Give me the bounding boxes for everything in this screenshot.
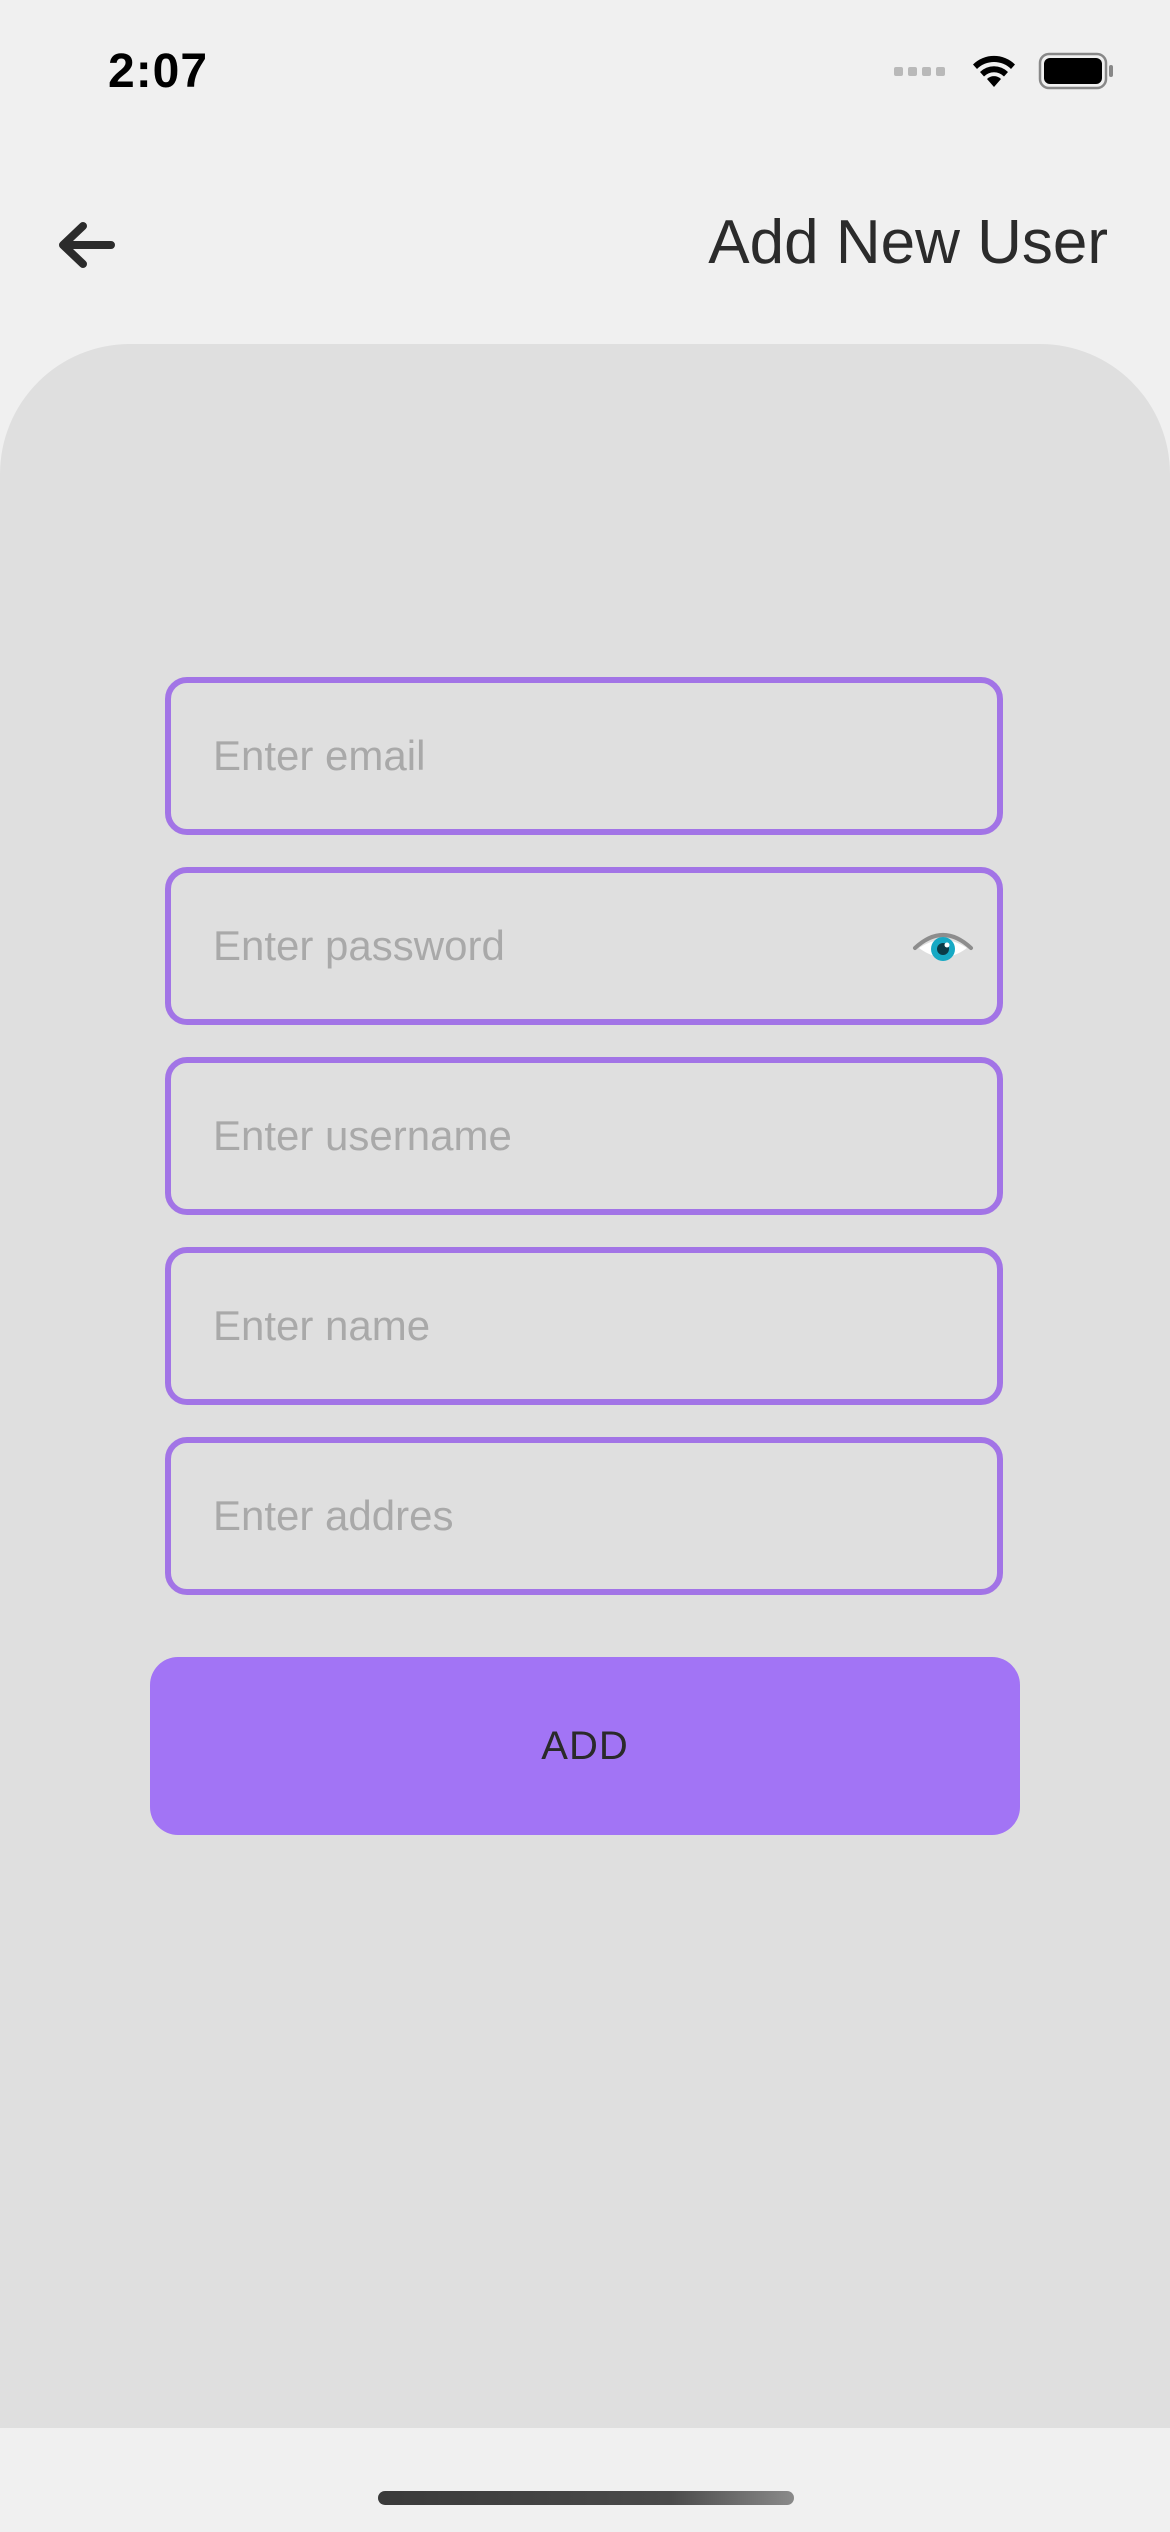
username-input[interactable] <box>171 1063 997 1209</box>
password-input[interactable] <box>171 873 997 1019</box>
home-indicator[interactable] <box>378 2491 794 2505</box>
cellular-signal-icon <box>894 66 950 76</box>
address-input[interactable] <box>171 1443 997 1589</box>
battery-icon <box>1038 52 1113 90</box>
username-field <box>165 1057 1003 1215</box>
name-input[interactable] <box>171 1253 997 1399</box>
wifi-icon <box>973 55 1015 87</box>
status-time: 2:07 <box>108 45 209 98</box>
status-icons <box>894 52 1114 90</box>
password-field <box>165 867 1003 1025</box>
name-field <box>165 1247 1003 1405</box>
add-button[interactable]: ADD <box>150 1657 1020 1835</box>
email-field <box>165 677 1003 835</box>
arrow-left-icon <box>59 222 115 268</box>
address-field <box>165 1437 1003 1595</box>
back-button[interactable] <box>46 210 126 280</box>
eye-icon[interactable] <box>911 922 975 970</box>
header: Add New User <box>0 180 1170 310</box>
email-input[interactable] <box>171 683 997 829</box>
page-title: Add New User <box>708 208 1108 277</box>
status-bar: 2:07 <box>0 0 1170 150</box>
